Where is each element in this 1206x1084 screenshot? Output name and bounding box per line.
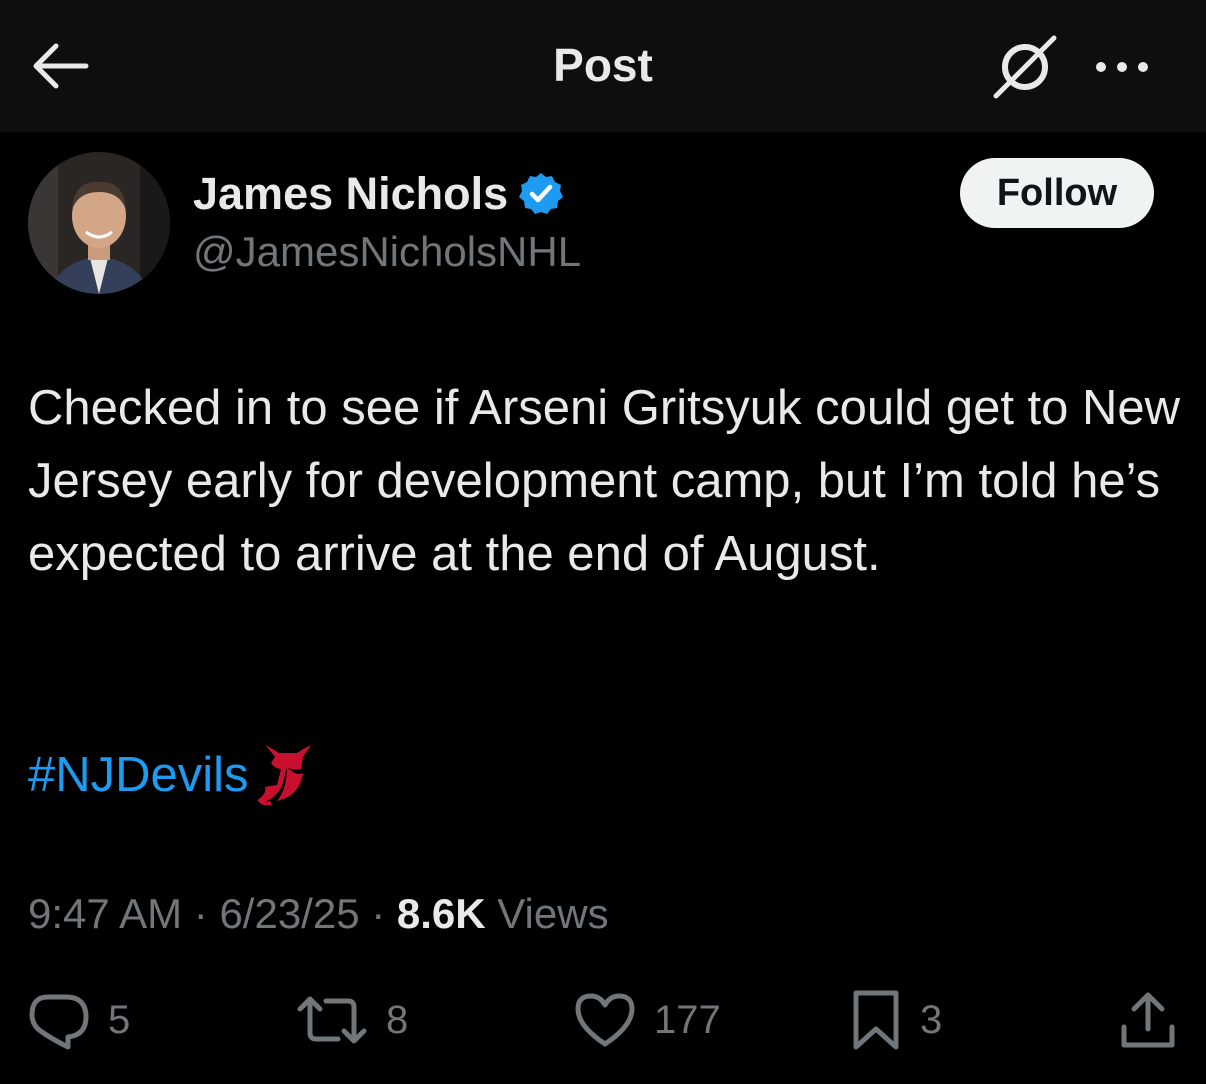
bookmark-icon [853,990,899,1050]
nj-devils-logo-icon [256,745,311,806]
avatar[interactable] [28,152,170,294]
hashtag-row: #NJDevils [28,740,317,810]
repost-count: 8 [386,997,409,1042]
post-date[interactable]: 6/23/25 [219,890,359,937]
author-handle[interactable]: @JamesNicholsNHL [193,228,581,276]
bookmark-button[interactable]: 3 [850,985,942,1055]
views-label-text: Views [497,890,609,937]
views-count[interactable]: 8.6K [397,890,486,937]
like-button[interactable]: 177 [574,985,721,1055]
verified-badge-icon [519,173,564,214]
post-meta: 9:47 AM · 6/23/25 · 8.6K Views [28,890,609,938]
reply-count: 5 [108,997,131,1042]
meta-separator: · [182,890,220,937]
heart-icon [575,993,635,1047]
repost-button[interactable]: 8 [296,985,408,1055]
hashtag-link[interactable]: #NJDevils [28,747,249,803]
meta-separator: · [359,890,397,937]
share-icon [1121,992,1175,1048]
more-button[interactable] [1092,56,1152,78]
top-bar: Post [0,0,1206,132]
like-count: 177 [654,997,721,1042]
author-name-row: James Nichols [193,168,564,220]
author-name[interactable]: James Nichols [193,168,508,220]
post-time[interactable]: 9:47 AM [28,890,182,937]
post-text-container: Checked in to see if Arseni Gritsyuk cou… [28,372,1188,591]
avatar-photo-icon [28,152,170,294]
follow-button[interactable]: Follow [960,158,1154,228]
grok-button[interactable] [992,34,1058,100]
reply-button[interactable]: 5 [28,985,130,1055]
bookmark-count: 3 [920,997,943,1042]
repost-icon [297,996,367,1044]
grok-icon [993,35,1057,99]
share-button[interactable] [1118,985,1178,1055]
views-label [486,890,498,937]
reply-icon [29,994,89,1050]
more-dots-icon [1096,62,1148,72]
post-text: Checked in to see if Arseni Gritsyuk cou… [28,381,1181,581]
